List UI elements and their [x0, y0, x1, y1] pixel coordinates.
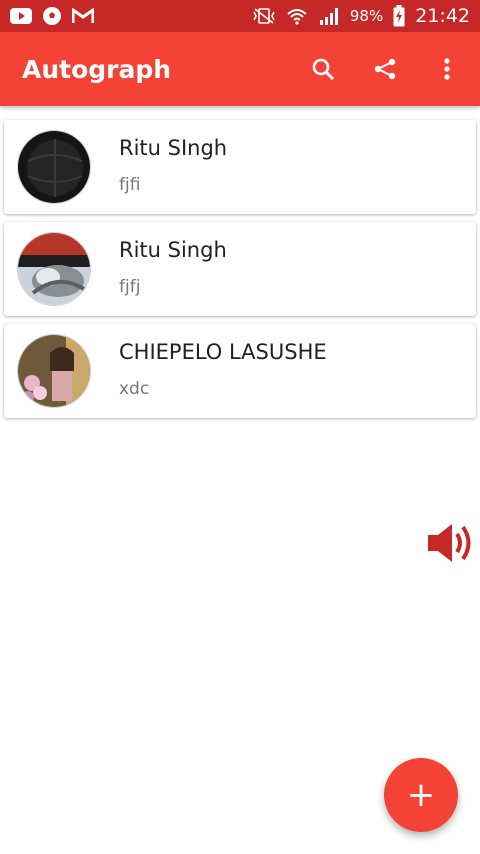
gmail-icon	[72, 8, 94, 24]
speaker-button[interactable]	[426, 520, 478, 566]
vibrate-mute-icon	[252, 7, 276, 25]
contact-name: Ritu Singh	[119, 238, 227, 262]
app-bar: Autograph	[0, 32, 480, 106]
avatar	[17, 334, 91, 408]
contact-subtitle: xdc	[119, 379, 150, 399]
avatar	[17, 130, 91, 204]
contact-name: CHIEPELO LASUSHE	[119, 340, 327, 364]
soccer-ball-icon	[42, 6, 62, 26]
avatar	[17, 232, 91, 306]
contact-list: Ritu SIngh fjfi Ritu Singh fjfj CHIEPELO…	[4, 120, 476, 426]
add-button[interactable]: +	[384, 758, 458, 832]
wifi-icon	[286, 6, 308, 26]
search-button[interactable]	[308, 54, 338, 84]
contact-subtitle: fjfj	[119, 277, 141, 297]
list-item[interactable]: Ritu SIngh fjfi	[4, 120, 476, 214]
status-bar: 98% 21:42	[0, 0, 480, 32]
battery-percent: 98%	[349, 7, 384, 25]
more-vert-icon	[444, 58, 450, 80]
share-button[interactable]	[370, 54, 400, 84]
app-bar-actions	[308, 32, 462, 106]
list-item[interactable]: Ritu Singh fjfj	[4, 222, 476, 316]
status-time: 21:42	[415, 5, 470, 27]
volume-icon	[428, 524, 471, 562]
search-icon	[312, 58, 335, 81]
add-icon: +	[406, 775, 436, 815]
share-icon	[374, 58, 396, 80]
status-left-icons	[10, 6, 94, 26]
signal-icon	[318, 6, 340, 26]
status-right-icons: 98% 21:42	[252, 5, 470, 27]
more-options-button[interactable]	[432, 54, 462, 84]
contact-subtitle: fjfi	[119, 175, 141, 195]
contact-name: Ritu SIngh	[119, 136, 228, 160]
app-title: Autograph	[22, 54, 172, 84]
battery-charging-icon	[393, 5, 405, 27]
youtube-icon	[10, 8, 32, 24]
list-item[interactable]: CHIEPELO LASUSHE xdc	[4, 324, 476, 418]
